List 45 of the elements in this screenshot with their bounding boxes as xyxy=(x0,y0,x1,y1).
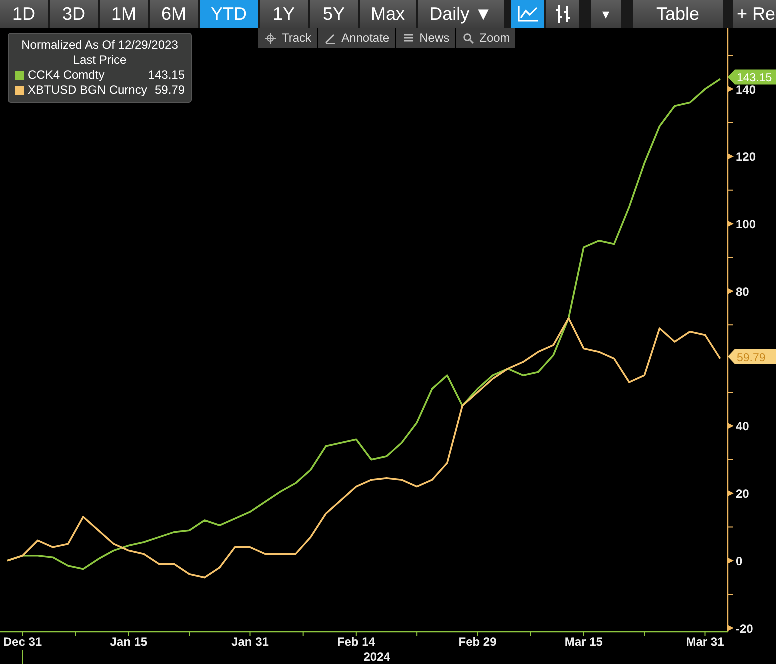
series-name: XBTUSD BGN Curncy xyxy=(28,83,148,98)
crosshair-icon xyxy=(265,32,276,44)
range-button[interactable]: 3D xyxy=(50,0,98,28)
range-button[interactable]: 5Y xyxy=(310,0,358,28)
x-tick-label: Feb 29 xyxy=(458,635,497,649)
range-button[interactable]: 1Y xyxy=(260,0,308,28)
range-button[interactable]: + Re xyxy=(733,0,776,28)
y-tick-label: 20 xyxy=(736,487,750,502)
legend-title: Normalized As Of 12/29/2023 xyxy=(20,38,180,53)
y-tick-label: 80 xyxy=(736,284,750,299)
chart-tool-button[interactable]: Track xyxy=(258,28,317,48)
last-price-callout: 143.15 xyxy=(728,70,776,85)
x-tick-label: Mar 31 xyxy=(686,635,724,649)
search-icon xyxy=(462,32,474,44)
interval-dropdown[interactable]: Daily ▼ xyxy=(418,0,504,28)
x-tick-label: Mar 15 xyxy=(564,635,603,649)
x-tick-label: Dec 31 xyxy=(3,635,42,649)
range-button[interactable]: Max xyxy=(360,0,416,28)
y-tick-label: 100 xyxy=(736,218,756,232)
series-value: 59.79 xyxy=(154,83,185,98)
y-tick-label: 140 xyxy=(736,82,756,97)
chart-tool-button[interactable]: News xyxy=(396,28,455,48)
legend-subtitle: Last Price xyxy=(72,53,128,68)
bar-chart-button[interactable] xyxy=(546,0,579,28)
series-name: CCK4 Comdty xyxy=(28,68,106,83)
y-tick-label: 40 xyxy=(736,420,750,434)
x-tick-label: Jan 15 xyxy=(110,635,148,649)
last-price-callout: 59.79 xyxy=(728,349,776,364)
series-value: 143.15 xyxy=(148,68,185,83)
x-axis-title: 2024 xyxy=(364,650,390,664)
pencil-icon xyxy=(324,32,336,44)
line-chart-icon xyxy=(516,5,538,23)
range-button[interactable]: Table xyxy=(633,0,723,28)
y-tick-label: -20 xyxy=(736,622,754,636)
x-tick-label: Feb 14 xyxy=(337,635,376,649)
y-tick-label: 0 xyxy=(736,554,743,568)
chart-tool-button[interactable]: Annotate xyxy=(318,28,395,48)
chart-tool-button[interactable]: Zoom xyxy=(456,28,516,48)
menu-dropdown[interactable]: ▾ xyxy=(591,0,621,28)
range-button[interactable]: 6M xyxy=(150,0,198,28)
y-tick-label: 120 xyxy=(736,150,756,164)
range-button[interactable]: 1D xyxy=(0,0,48,28)
list-icon xyxy=(402,33,414,43)
range-button[interactable]: 1M xyxy=(100,0,148,28)
x-tick-label: Jan 31 xyxy=(232,635,269,649)
